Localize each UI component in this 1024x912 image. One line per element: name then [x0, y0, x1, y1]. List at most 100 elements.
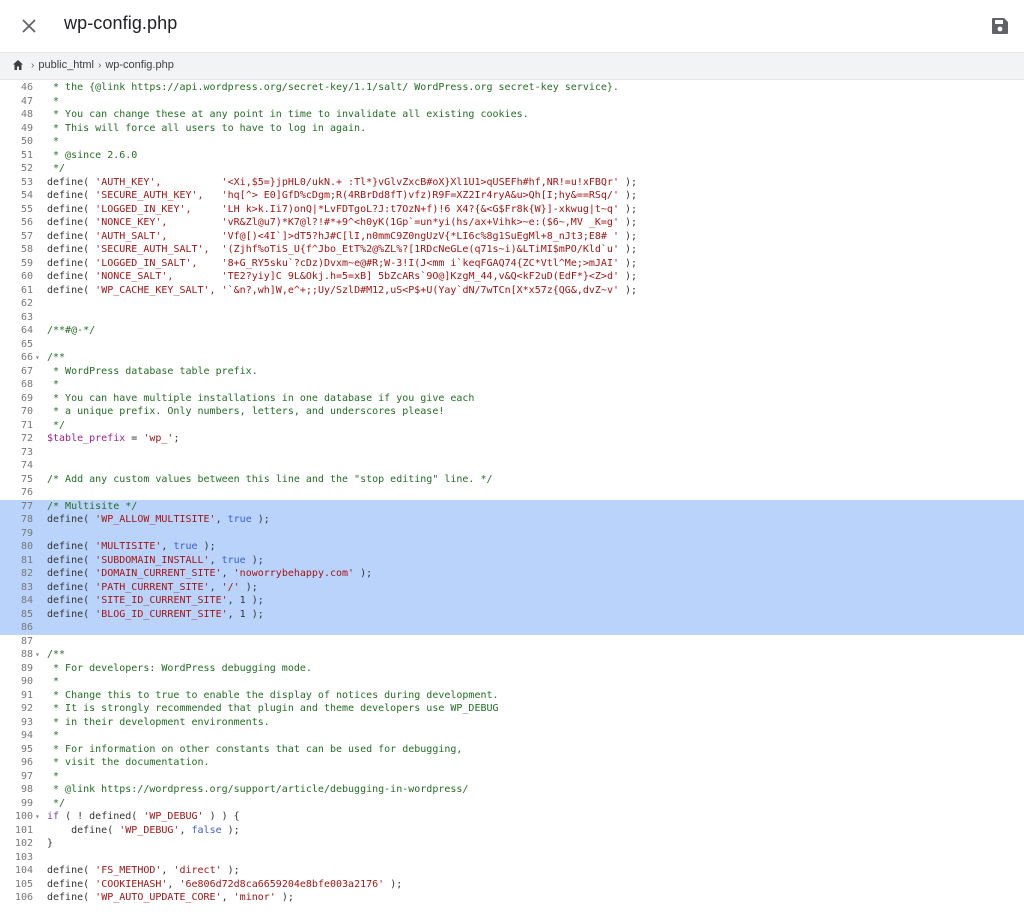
code-token: define(	[47, 217, 96, 228]
line-content: /* Multisite */	[47, 500, 137, 514]
code-line[interactable]: 55 define( 'LOGGED_IN_KEY', 'LH k>k.Ii7)o…	[0, 203, 1024, 217]
code-line[interactable]: 89 * For developers: WordPress debugging…	[0, 662, 1024, 676]
code-line[interactable]: 61 define( 'WP_CACHE_KEY_SALT', '`&n?,wh]…	[0, 284, 1024, 298]
code-line[interactable]: 96 * visit the documentation.	[0, 756, 1024, 770]
line-content: define( 'WP_AUTO_UPDATE_CORE', 'minor' )…	[47, 891, 294, 905]
code-line[interactable]: 75 /* Add any custom values between this …	[0, 473, 1024, 487]
code-line[interactable]: 93 * in their development environments.	[0, 716, 1024, 730]
code-line[interactable]: 68 *	[0, 378, 1024, 392]
line-number: 79	[20, 527, 33, 539]
code-token: '`&n?,wh]W,e^+;;Uy/SzlD#M12,uS<P$+U(Yay`…	[221, 284, 619, 296]
code-token: ,	[209, 581, 222, 593]
code-line[interactable]: 94 *	[0, 729, 1024, 743]
code-line[interactable]: 51 * @since 2.6.0	[0, 149, 1024, 163]
code-line[interactable]: 70 * a unique prefix. Only numbers, lett…	[0, 405, 1024, 419]
breadcrumb-bar: › public_html › wp-config.php	[0, 52, 1024, 80]
code-line[interactable]: 78 define( 'WP_ALLOW_MULTISITE', true );	[0, 513, 1024, 527]
code-line[interactable]: 59 define( 'LOGGED_IN_SALT', '8+G_RY5sku`…	[0, 257, 1024, 271]
code-token: ,	[161, 541, 174, 552]
line-number: 73	[20, 446, 33, 458]
code-line[interactable]: 97 *	[0, 770, 1024, 784]
code-editor[interactable]: 46 * the {@link https://api.wordpress.or…	[0, 81, 1024, 912]
home-icon[interactable]	[12, 59, 24, 71]
code-line[interactable]: 84 define( 'SITE_ID_CURRENT_SITE', 1 );	[0, 594, 1024, 608]
line-number: 46	[20, 82, 33, 93]
code-line[interactable]: 83 define( 'PATH_CURRENT_SITE', '/' );	[0, 580, 1024, 595]
code-line[interactable]: 95 * For information on other constants …	[0, 743, 1024, 757]
code-token: 'WP_CACHE_KEY_SALT',	[95, 284, 216, 296]
code-lines[interactable]: 46 * the {@link https://api.wordpress.or…	[0, 81, 1024, 905]
code-token: define(	[47, 568, 96, 579]
code-line[interactable]: 104 define( 'FS_METHOD', 'direct' );	[0, 864, 1024, 878]
code-line[interactable]: 101 define( 'WP_DEBUG', false );	[0, 824, 1024, 838]
code-line[interactable]: 64 /**#@-*/	[0, 324, 1024, 338]
code-token: * For information on other constants tha…	[47, 743, 463, 755]
line-content: define( 'PATH_CURRENT_SITE', '/' );	[47, 581, 258, 595]
code-line[interactable]: 52 */	[0, 162, 1024, 176]
code-line[interactable]: 46 * the {@link https://api.wordpress.or…	[0, 81, 1024, 95]
code-line[interactable]: 50 *	[0, 135, 1024, 149]
code-line[interactable]: 63	[0, 311, 1024, 325]
code-line[interactable]: 86	[0, 621, 1024, 635]
code-line[interactable]: 54 define( 'SECURE_AUTH_KEY', 'hq[^> E0]G…	[0, 189, 1024, 203]
line-content: $table_prefix = 'wp_';	[47, 432, 179, 446]
code-line[interactable]: 87	[0, 635, 1024, 649]
code-line[interactable]: 85 define( 'BLOG_ID_CURRENT_SITE', 1 );	[0, 607, 1024, 621]
line-content: define( 'AUTH_SALT', 'Vf@[)<4I`]>dT5?hJ#…	[47, 230, 637, 244]
code-line[interactable]: 57 define( 'AUTH_SALT', 'Vf@[)<4I`]>dT5?h…	[0, 230, 1024, 244]
line-content: * in their development environments.	[47, 716, 270, 730]
code-line[interactable]: 71 */	[0, 419, 1024, 433]
code-line[interactable]: 74	[0, 459, 1024, 473]
code-line[interactable]: 106 define( 'WP_AUTO_UPDATE_CORE', 'minor…	[0, 891, 1024, 905]
code-line[interactable]: 47 *	[0, 95, 1024, 109]
code-line[interactable]: 56 define( 'NONCE_KEY', 'vR&Zl@u7)*K7@l?!…	[0, 216, 1024, 230]
code-line[interactable]: 105 define( 'COOKIEHASH', '6e806d72d8ca66…	[0, 878, 1024, 892]
code-line[interactable]: 80 define( 'MULTISITE', true );	[0, 540, 1024, 554]
code-line[interactable]: 98 * @link https://wordpress.org/support…	[0, 783, 1024, 797]
code-line[interactable]: 79	[0, 526, 1024, 540]
code-line[interactable]: 58 define( 'SECURE_AUTH_SALT', '(Zjhf%oTi…	[0, 243, 1024, 257]
code-line[interactable]: 48 * You can change these at any point i…	[0, 108, 1024, 122]
line-number: 72	[20, 433, 33, 444]
fold-toggle-icon[interactable]: ▾	[35, 351, 43, 365]
line-content: * For developers: WordPress debugging mo…	[47, 662, 312, 676]
code-line[interactable]: 49 * This will force all users to have t…	[0, 122, 1024, 136]
code-token: );	[239, 581, 258, 593]
code-line[interactable]: 60 define( 'NONCE_SALT', 'TE2?yiy]C 9L&Ok…	[0, 270, 1024, 284]
code-line[interactable]: 90 *	[0, 675, 1024, 689]
code-token: ,	[221, 892, 234, 903]
code-line[interactable]: 72 $table_prefix = 'wp_';	[0, 432, 1024, 446]
fold-toggle-icon[interactable]: ▾	[35, 648, 43, 662]
code-line[interactable]: 91 * Change this to true to enable the d…	[0, 689, 1024, 703]
code-line[interactable]: 103	[0, 851, 1024, 865]
code-line[interactable]: 66 ▾ /**	[0, 351, 1024, 365]
code-line[interactable]: 62	[0, 297, 1024, 311]
save-button[interactable]	[990, 16, 1010, 36]
code-token: define(	[47, 865, 96, 876]
code-line[interactable]: 82 define( 'DOMAIN_CURRENT_SITE', 'noworr…	[0, 567, 1024, 581]
code-line[interactable]: 77 /* Multisite */	[0, 499, 1024, 514]
code-line[interactable]: 88 ▾ /**	[0, 648, 1024, 662]
code-line[interactable]: 92 * It is strongly recommended that plu…	[0, 702, 1024, 716]
code-token: define(	[47, 824, 120, 836]
code-line[interactable]: 102}	[0, 837, 1024, 851]
code-line[interactable]: 76	[0, 486, 1024, 500]
close-button[interactable]	[18, 15, 40, 37]
code-line[interactable]: 81 define( 'SUBDOMAIN_INSTALL', true );	[0, 553, 1024, 567]
code-token: define(	[47, 244, 96, 255]
breadcrumb-item-public-html[interactable]: public_html	[38, 59, 94, 71]
code-line[interactable]: 69 * You can have multiple installations…	[0, 392, 1024, 406]
code-line[interactable]: 65	[0, 338, 1024, 352]
code-line[interactable]: 67 * WordPress database table prefix.	[0, 365, 1024, 379]
code-line[interactable]: 99 */	[0, 797, 1024, 811]
code-token: *	[47, 676, 60, 687]
line-number: 62	[20, 298, 33, 309]
code-line[interactable]: 73	[0, 446, 1024, 460]
code-line[interactable]: 100 ▾ if ( ! defined( 'WP_DEBUG' ) ) {	[0, 810, 1024, 824]
code-token: '(Zjhf%oTiS_U{f^Jbo_EtT%2@%ZL%?[1RDcNeGL…	[221, 244, 619, 255]
code-line[interactable]: 53 define( 'AUTH_KEY', '<Xi,$5=}jpHL0/ukN…	[0, 176, 1024, 190]
line-content: * Change this to true to enable the disp…	[47, 689, 499, 703]
fold-toggle-icon[interactable]: ▾	[35, 810, 43, 824]
